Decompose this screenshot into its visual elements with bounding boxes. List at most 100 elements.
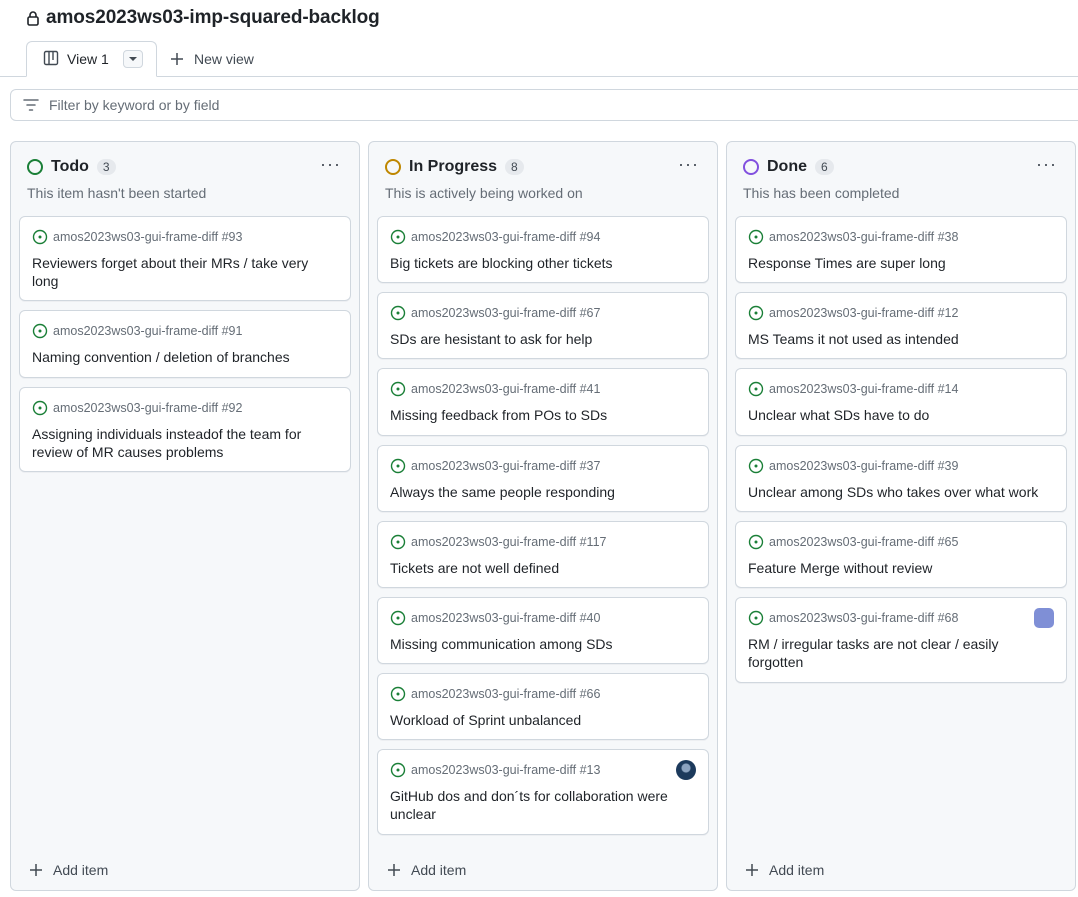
plus-icon: [388, 864, 400, 876]
card-meta: amos2023ws03-gui-frame-diff #41: [390, 381, 600, 397]
column-more-icon[interactable]: ···: [320, 154, 341, 175]
card-meta: amos2023ws03-gui-frame-diff #117: [390, 534, 606, 550]
column-more-icon[interactable]: ···: [1036, 154, 1057, 175]
column-todo: Todo 3 ··· This item hasn't been started…: [10, 141, 360, 891]
card-repo[interactable]: amos2023ws03-gui-frame-diff #13: [411, 763, 600, 777]
card[interactable]: amos2023ws03-gui-frame-diff #38 Response…: [735, 216, 1067, 283]
card[interactable]: amos2023ws03-gui-frame-diff #65 Feature …: [735, 521, 1067, 588]
card[interactable]: amos2023ws03-gui-frame-diff #37 Always t…: [377, 445, 709, 512]
card-repo[interactable]: amos2023ws03-gui-frame-diff #65: [769, 535, 958, 549]
card[interactable]: amos2023ws03-gui-frame-diff #14 Unclear …: [735, 368, 1067, 436]
card[interactable]: amos2023ws03-gui-frame-diff #117 Tickets…: [377, 521, 709, 588]
column-count: 8: [505, 159, 524, 175]
column-more-icon[interactable]: ···: [678, 154, 699, 175]
card[interactable]: amos2023ws03-gui-frame-diff #68 RM / irr…: [735, 597, 1067, 683]
column-name: Done: [767, 158, 807, 175]
issue-open-icon: [390, 762, 406, 778]
filter-input[interactable]: Filter by keyword or by field: [10, 89, 1078, 121]
column-in-progress: In Progress 8 ··· This is actively being…: [368, 141, 718, 891]
card-repo[interactable]: amos2023ws03-gui-frame-diff #12: [769, 306, 958, 320]
add-item-button[interactable]: Add item: [387, 862, 466, 878]
issue-open-icon: [390, 229, 406, 245]
board-icon: [43, 50, 59, 69]
card-repo[interactable]: amos2023ws03-gui-frame-diff #39: [769, 459, 958, 473]
plus-icon: [746, 864, 758, 876]
card-title[interactable]: Always the same people responding: [390, 483, 694, 501]
view-tabs: View 1 New view: [0, 41, 1078, 77]
todo-status-icon: [27, 159, 43, 175]
card-title[interactable]: Feature Merge without review: [748, 559, 1052, 577]
card-title[interactable]: Reviewers forget about their MRs / take …: [32, 254, 336, 290]
card-title[interactable]: Missing communication among SDs: [390, 635, 694, 653]
column-count: 6: [815, 159, 834, 175]
tab-options-button[interactable]: [122, 50, 143, 68]
card-repo[interactable]: amos2023ws03-gui-frame-diff #68: [769, 611, 958, 625]
card-repo[interactable]: amos2023ws03-gui-frame-diff #66: [411, 687, 600, 701]
plus-icon: [171, 53, 183, 65]
card[interactable]: amos2023ws03-gui-frame-diff #66 Workload…: [377, 673, 709, 740]
card-meta: amos2023ws03-gui-frame-diff #67: [390, 305, 600, 321]
column-name: In Progress: [409, 158, 498, 175]
card-meta: amos2023ws03-gui-frame-diff #94: [390, 229, 600, 245]
card[interactable]: amos2023ws03-gui-frame-diff #40 Missing …: [377, 597, 709, 664]
card-repo[interactable]: amos2023ws03-gui-frame-diff #40: [411, 611, 600, 625]
card-title[interactable]: Response Times are super long: [748, 254, 1052, 272]
card-title[interactable]: SDs are hesistant to ask for help: [390, 330, 694, 348]
issue-open-icon: [390, 534, 406, 550]
add-item-button[interactable]: Add item: [745, 862, 824, 878]
card-title[interactable]: RM / irregular tasks are not clear / eas…: [748, 635, 1052, 671]
card-repo[interactable]: amos2023ws03-gui-frame-diff #41: [411, 382, 600, 396]
assignee-avatar[interactable]: [1034, 608, 1054, 628]
card-meta: amos2023ws03-gui-frame-diff #66: [390, 686, 600, 702]
card-repo[interactable]: amos2023ws03-gui-frame-diff #94: [411, 230, 600, 244]
card[interactable]: amos2023ws03-gui-frame-diff #41 Missing …: [377, 368, 709, 436]
issue-open-icon: [748, 305, 764, 321]
done-status-icon: [743, 159, 759, 175]
card[interactable]: amos2023ws03-gui-frame-diff #91 Naming c…: [19, 310, 351, 378]
card[interactable]: amos2023ws03-gui-frame-diff #92 Assignin…: [19, 387, 351, 472]
card-meta: amos2023ws03-gui-frame-diff #68: [748, 610, 958, 626]
card-title[interactable]: Missing feedback from POs to SDs: [390, 406, 694, 424]
chevron-down-icon: [128, 57, 137, 61]
assignee-avatar[interactable]: [676, 760, 696, 780]
card-title[interactable]: Big tickets are blocking other tickets: [390, 254, 694, 272]
card-repo[interactable]: amos2023ws03-gui-frame-diff #38: [769, 230, 958, 244]
card-title[interactable]: Naming convention / deletion of branches: [32, 348, 336, 366]
card-title[interactable]: Workload of Sprint unbalanced: [390, 711, 694, 729]
card-meta: amos2023ws03-gui-frame-diff #93: [32, 229, 242, 245]
issue-open-icon: [748, 610, 764, 626]
add-item-button[interactable]: Add item: [29, 862, 108, 878]
card-repo[interactable]: amos2023ws03-gui-frame-diff #91: [53, 324, 242, 338]
card-repo[interactable]: amos2023ws03-gui-frame-diff #67: [411, 306, 600, 320]
card-title[interactable]: GitHub dos and don´ts for collaboration …: [390, 787, 694, 823]
card[interactable]: amos2023ws03-gui-frame-diff #13 GitHub d…: [377, 749, 709, 835]
card-meta: amos2023ws03-gui-frame-diff #40: [390, 610, 600, 626]
card-repo[interactable]: amos2023ws03-gui-frame-diff #92: [53, 401, 242, 415]
card[interactable]: amos2023ws03-gui-frame-diff #67 SDs are …: [377, 292, 709, 359]
card-title[interactable]: Unclear what SDs have to do: [748, 406, 1052, 424]
card[interactable]: amos2023ws03-gui-frame-diff #93 Reviewer…: [19, 216, 351, 301]
card-repo[interactable]: amos2023ws03-gui-frame-diff #117: [411, 535, 606, 549]
card-meta: amos2023ws03-gui-frame-diff #13: [390, 762, 600, 778]
column-header: Todo 3: [27, 158, 116, 176]
add-item-label: Add item: [769, 862, 825, 878]
card-repo[interactable]: amos2023ws03-gui-frame-diff #37: [411, 459, 600, 473]
issue-open-icon: [748, 381, 764, 397]
column-header: Done 6: [743, 158, 834, 176]
card-meta: amos2023ws03-gui-frame-diff #38: [748, 229, 958, 245]
card-title[interactable]: Assigning individuals insteadof the team…: [32, 425, 336, 461]
card-repo[interactable]: amos2023ws03-gui-frame-diff #14: [769, 382, 958, 396]
issue-open-icon: [748, 534, 764, 550]
column-header: In Progress 8: [385, 158, 524, 176]
card-title[interactable]: Tickets are not well defined: [390, 559, 694, 577]
card[interactable]: amos2023ws03-gui-frame-diff #39 Unclear …: [735, 445, 1067, 512]
new-view-button[interactable]: New view: [170, 51, 254, 67]
column-name: Todo: [51, 158, 89, 175]
project-header: amos2023ws03-imp-squared-backlog: [26, 6, 380, 30]
card-title[interactable]: MS Teams it not used as intended: [748, 330, 1052, 348]
card[interactable]: amos2023ws03-gui-frame-diff #12 MS Teams…: [735, 292, 1067, 359]
card-title[interactable]: Unclear among SDs who takes over what wo…: [748, 483, 1052, 501]
card-repo[interactable]: amos2023ws03-gui-frame-diff #93: [53, 230, 242, 244]
card[interactable]: amos2023ws03-gui-frame-diff #94 Big tick…: [377, 216, 709, 283]
tab-view-1[interactable]: View 1: [26, 41, 157, 77]
